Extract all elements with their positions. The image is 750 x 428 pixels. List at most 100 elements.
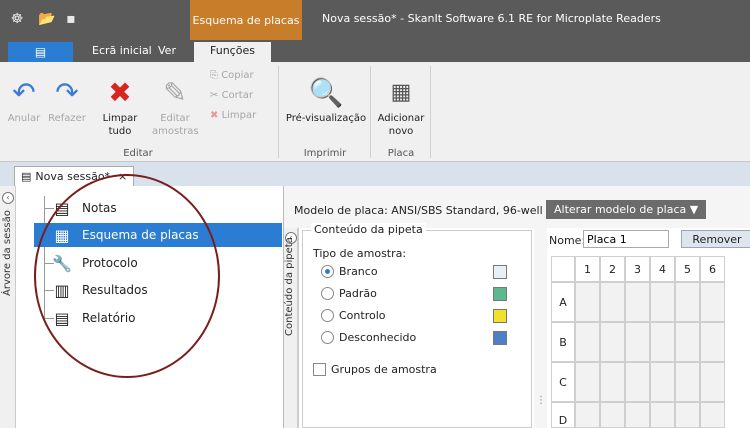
copy-icon: ⎘: [210, 70, 218, 81]
ribbon: ↶ Anular ↷ Refazer ✖ Limpar tudo ✎ Edita…: [0, 62, 750, 162]
plate-well[interactable]: [600, 402, 625, 428]
unknown-color-swatch: [493, 331, 507, 345]
plate-well[interactable]: [600, 362, 625, 402]
results-icon: ▥: [54, 280, 70, 300]
plate-well[interactable]: [675, 322, 700, 362]
open-icon[interactable]: 📂: [36, 8, 58, 30]
plate-well[interactable]: [600, 322, 625, 362]
column-header[interactable]: 6: [700, 256, 725, 282]
undo-icon: ↶: [12, 76, 36, 109]
add-plate-icon: ▦: [390, 80, 412, 105]
clear-button[interactable]: ✖ Limpar: [210, 110, 256, 121]
grid-corner: [551, 256, 575, 282]
cut-button[interactable]: ✂ Cortar: [210, 90, 253, 101]
protocol-icon: 🔧: [52, 253, 72, 273]
pencil-icon: ✎: [163, 76, 187, 109]
plate-well[interactable]: [700, 362, 725, 402]
session-tree-strip: ‹ Árvore da sessão: [0, 186, 16, 428]
plate-well[interactable]: [625, 362, 650, 402]
radio-control-label: Controlo: [339, 309, 386, 322]
radio-standard-label: Padrão: [339, 287, 377, 300]
row-header[interactable]: A: [551, 282, 575, 322]
plate-model-value: ANSI/SBS Standard, 96-well: [391, 204, 543, 217]
plate-well[interactable]: [675, 402, 700, 428]
cut-icon: ✂: [210, 90, 219, 101]
plate-name-input[interactable]: [583, 230, 669, 248]
collapse-left-icon[interactable]: ‹: [2, 192, 14, 204]
splitter-grip[interactable]: ⋮: [536, 396, 546, 418]
pipette-strip-label: Conteúdo da pipeta: [284, 237, 295, 336]
row-header[interactable]: B: [551, 322, 575, 362]
plate-model-row: Modelo de placa: ANSI/SBS Standard, 96-w…: [294, 204, 543, 217]
session-tree: ▤ Notas ▦ Esquema de placas 🔧 Protocolo …: [16, 186, 284, 428]
column-header[interactable]: 5: [675, 256, 700, 282]
plate-layout-icon: ▦: [54, 225, 70, 245]
control-color-swatch: [493, 309, 507, 323]
plate-well[interactable]: [600, 282, 625, 322]
plate-well[interactable]: [575, 362, 600, 402]
column-header[interactable]: 1: [575, 256, 600, 282]
add-new-plate-button[interactable]: ▦ Adicionar novo: [372, 78, 430, 138]
delete-icon: ✖: [108, 76, 132, 109]
session-tree-label: Árvore da sessão: [2, 210, 13, 296]
clear-all-button[interactable]: ✖ Limpar tudo: [100, 78, 140, 138]
tab-functions[interactable]: Funções: [194, 42, 271, 62]
radio-unknown[interactable]: [321, 331, 334, 344]
plate-well[interactable]: [575, 322, 600, 362]
plate-well[interactable]: [675, 362, 700, 402]
plate-well[interactable]: [700, 282, 725, 322]
row-header[interactable]: C: [551, 362, 575, 402]
plate-well[interactable]: [700, 402, 725, 428]
plate-model-label: Modelo de placa:: [294, 204, 388, 217]
radio-standard[interactable]: [321, 287, 334, 300]
column-header[interactable]: 3: [625, 256, 650, 282]
plate-well[interactable]: [675, 282, 700, 322]
plate-well[interactable]: [575, 402, 600, 428]
radio-blank-label: Branco: [339, 265, 378, 278]
undo-button[interactable]: ↶ Anular: [6, 78, 42, 125]
plate-name-label: Nome:: [549, 234, 586, 247]
tree-item-results[interactable]: ▥ Resultados: [34, 278, 282, 302]
tab-new-session[interactable]: ▤ Nova sessão* ×: [14, 166, 134, 186]
plate-layout-panel: Modelo de placa: ANSI/SBS Standard, 96-w…: [284, 186, 750, 428]
plate-well[interactable]: [625, 322, 650, 362]
save-icon[interactable]: ▪: [60, 8, 82, 30]
blank-color-swatch: [493, 265, 507, 279]
copy-button[interactable]: ⎘ Copiar: [210, 70, 254, 81]
edit-samples-button[interactable]: ✎ Editar amostras: [152, 76, 199, 138]
plate-well[interactable]: [650, 362, 675, 402]
group-edit-label: Editar: [123, 148, 153, 159]
tree-item-notes[interactable]: ▤ Notas: [34, 196, 282, 220]
plate-well[interactable]: [625, 402, 650, 428]
group-plate-label: Placa: [387, 148, 415, 159]
tab-view[interactable]: Ver: [158, 44, 176, 57]
tree-item-plate-layout[interactable]: ▦ Esquema de placas: [34, 223, 282, 247]
radio-control[interactable]: [321, 309, 334, 322]
close-tab-icon[interactable]: ×: [118, 170, 127, 183]
remove-plate-button[interactable]: Remover: [681, 230, 750, 248]
sample-groups-checkbox[interactable]: [313, 363, 326, 376]
tree-item-report[interactable]: ▤ Relatório: [34, 306, 282, 330]
app-menu-icon[interactable]: ☸: [6, 8, 28, 30]
redo-button[interactable]: ↷ Refazer: [44, 78, 90, 125]
file-menu-button[interactable]: ▤: [8, 42, 73, 62]
notes-icon: ▤: [54, 198, 70, 218]
title-bar: ☸ 📂 ▪ Esquema de placas Nova sessão* - S…: [0, 0, 750, 40]
column-header[interactable]: 4: [650, 256, 675, 282]
plate-well[interactable]: [650, 282, 675, 322]
ribbon-separator: [278, 66, 279, 158]
plate-well[interactable]: [700, 322, 725, 362]
row-header[interactable]: D: [551, 402, 575, 428]
plate-well[interactable]: [650, 322, 675, 362]
plate-well[interactable]: [650, 402, 675, 428]
change-plate-model-button[interactable]: Alterar modelo de placa ▼: [546, 200, 707, 219]
radio-blank[interactable]: [321, 265, 334, 278]
tree-item-protocol[interactable]: 🔧 Protocolo: [34, 251, 282, 275]
plate-well[interactable]: [625, 282, 650, 322]
preview-button[interactable]: 🔍 Pré-visualização: [282, 78, 370, 125]
file-menu-icon: ▤: [34, 45, 47, 59]
redo-icon: ↷: [55, 76, 79, 109]
column-header[interactable]: 2: [600, 256, 625, 282]
tab-home[interactable]: Ecrã inicial: [92, 44, 152, 57]
plate-well[interactable]: [575, 282, 600, 322]
